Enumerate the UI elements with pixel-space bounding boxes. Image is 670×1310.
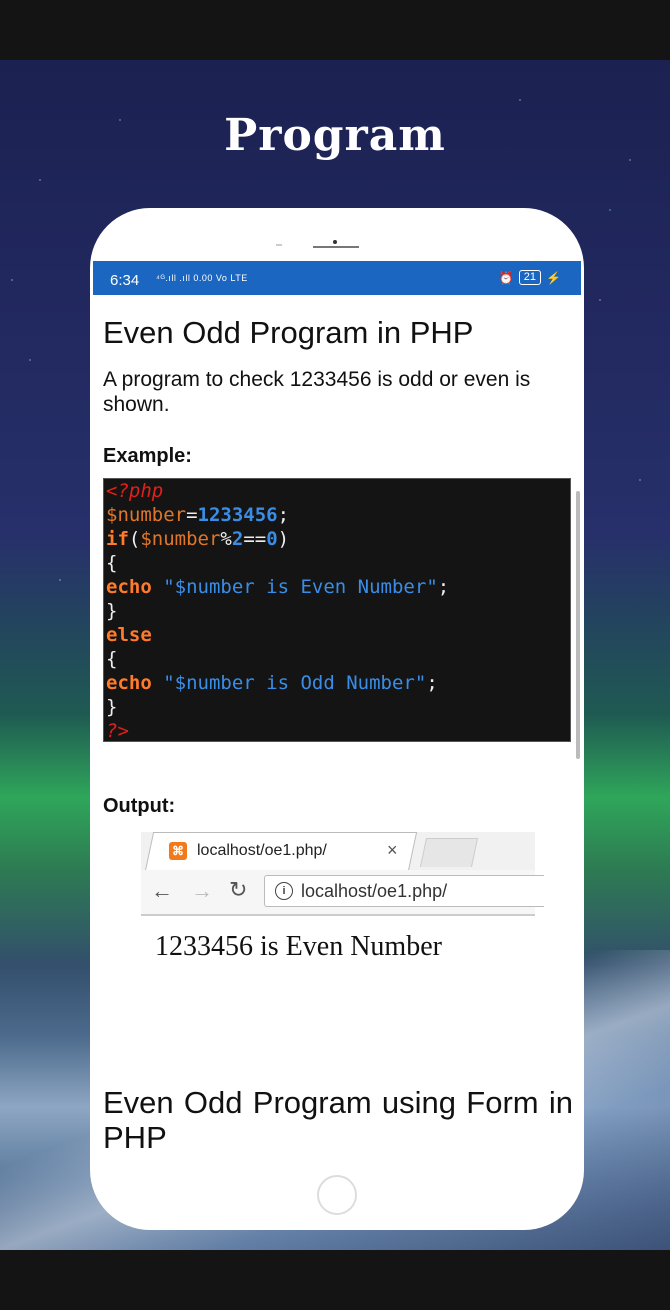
code-line: } — [106, 600, 118, 622]
reload-icon: ↻ — [229, 877, 248, 902]
code-line: else — [106, 624, 152, 646]
code-line: ?> — [106, 720, 129, 742]
forward-arrow-icon: → — [191, 878, 213, 903]
promo-headline: Program — [224, 110, 446, 161]
browser-nav-row: ← → ↻ i localhost/oe1.php/ — [141, 870, 544, 916]
program-output: 1233456 is Even Number — [155, 931, 442, 962]
earpiece-speaker — [313, 240, 359, 248]
code-scrollbar[interactable] — [576, 491, 580, 759]
code-line: echo "$number is Odd Number"; — [106, 672, 438, 694]
browser-screenshot: ⌘ localhost/oe1.php/ × ← → ↻ i localhost… — [141, 832, 544, 916]
output-label: Output: — [103, 795, 176, 817]
browser-tab-content: ⌘ localhost/oe1.php/ — [169, 832, 327, 870]
back-arrow-icon: ← — [151, 878, 173, 903]
code-line: } — [106, 696, 118, 718]
code-line: $number=1233456; — [106, 504, 290, 526]
xampp-favicon-icon: ⌘ — [169, 842, 187, 860]
close-icon: × — [387, 840, 398, 860]
code-block[interactable]: <?php $number=1233456; if($number%2==0) … — [103, 478, 571, 742]
proximity-sensor — [276, 244, 282, 246]
browser-tab-title: localhost/oe1.php/ — [197, 842, 327, 859]
section-heading: Even Odd Program using Form in PHP — [103, 1085, 573, 1155]
code-line: <?php — [106, 480, 164, 502]
battery-icon: 21 — [518, 270, 542, 285]
address-bar: i localhost/oe1.php/ — [264, 875, 544, 907]
page-title: Even Odd Program in PHP — [103, 315, 474, 350]
description-text: A program to check 1233456 is odd or eve… — [103, 368, 531, 416]
address-url: localhost/oe1.php/ — [301, 880, 448, 901]
charging-icon: ⚡ — [546, 270, 561, 285]
status-right: ⏰ 21 ⚡ — [499, 270, 561, 285]
speaker-grill — [313, 246, 359, 248]
status-time: 6:34 — [110, 272, 140, 289]
code-line: if($number%2==0) — [106, 528, 290, 550]
example-label: Example: — [103, 445, 192, 467]
code-line: { — [106, 648, 118, 670]
code-line: { — [106, 552, 118, 574]
info-icon: i — [275, 882, 293, 900]
code-line: echo "$number is Even Number"; — [106, 576, 450, 598]
alarm-icon: ⏰ — [498, 270, 514, 285]
home-button[interactable] — [317, 1175, 357, 1215]
status-bar: 6:34 ⁴ᴳ.ıll .ıll 0.00 Vo LTE ⏰ 21 ⚡ — [93, 261, 581, 295]
phone-frame: 6:34 ⁴ᴳ.ıll .ıll 0.00 Vo LTE ⏰ 21 ⚡ Even… — [90, 208, 584, 1230]
browser-tab-row: ⌘ localhost/oe1.php/ × — [141, 832, 535, 871]
front-camera — [333, 240, 337, 244]
article-content[interactable]: Even Odd Program in PHP A program to che… — [90, 295, 584, 1155]
network-indicators: ⁴ᴳ.ıll .ıll 0.00 Vo LTE — [156, 273, 248, 283]
new-tab-shape — [419, 838, 479, 867]
